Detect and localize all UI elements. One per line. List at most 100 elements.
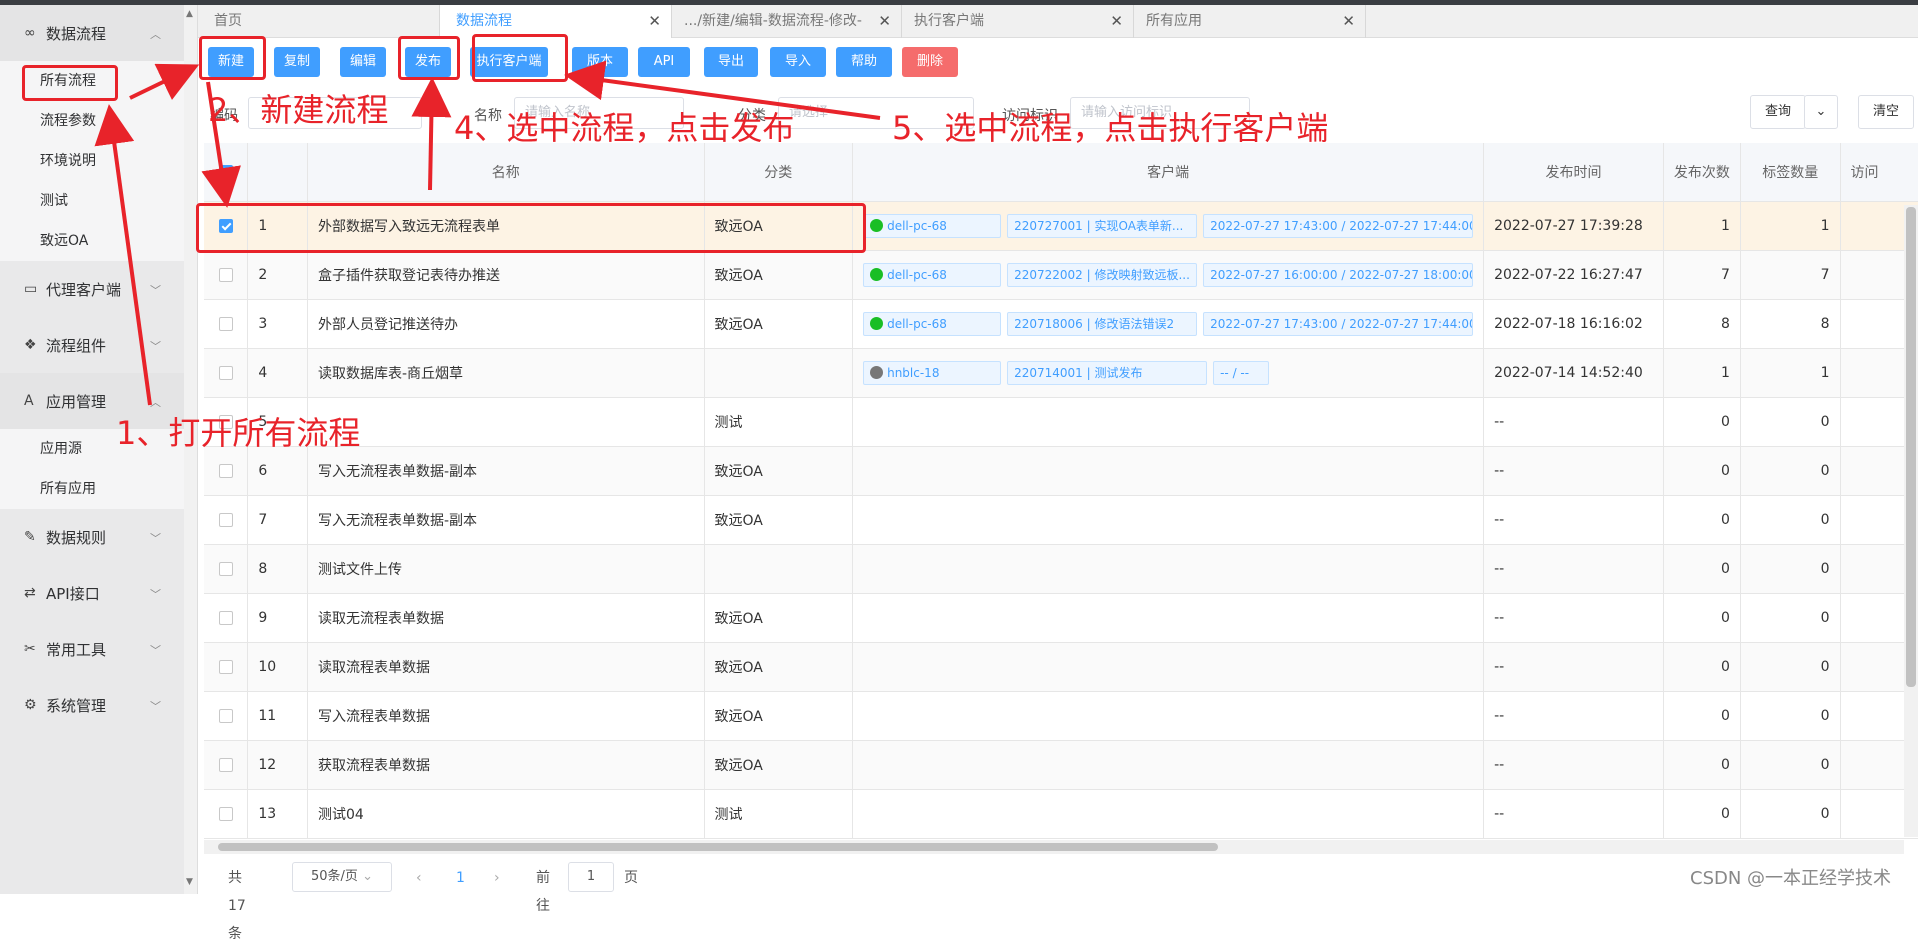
close-icon[interactable]: ✕ (1110, 5, 1123, 38)
edit-button[interactable]: 编辑 (340, 47, 386, 77)
row-select-cell[interactable] (204, 495, 249, 545)
sidebar-item-all-apps[interactable]: 所有应用 (0, 469, 184, 509)
row-checkbox[interactable] (218, 512, 233, 527)
publish-time-header[interactable]: 发布时间 (1483, 143, 1664, 202)
row-checkbox[interactable] (218, 463, 233, 478)
sidebar-item-seeyon-oa[interactable]: 致远OA (0, 221, 184, 261)
access-header[interactable]: 访问 (1840, 143, 1918, 202)
client-header[interactable]: 客户端 (852, 143, 1485, 202)
version-tag[interactable]: 220714001 | 测试发布 (1007, 360, 1208, 385)
api-button[interactable]: API (638, 47, 690, 77)
row-checkbox[interactable] (218, 708, 233, 723)
close-icon[interactable]: ✕ (878, 5, 891, 38)
query-button[interactable]: 查询 (1750, 95, 1806, 129)
menu-group-api[interactable]: ⇄ API接口 ﹀ (0, 565, 184, 621)
table-row[interactable]: 10 读取流程表单数据 致远OA -- 0 0 (204, 642, 1918, 692)
row-select-cell[interactable] (204, 299, 249, 349)
table-vertical-scrollbar[interactable] (1904, 205, 1918, 837)
version-button[interactable]: 版本 (572, 47, 628, 77)
version-tag[interactable]: 220727001 | 实现OA表单新... (1007, 213, 1198, 238)
help-button[interactable]: 帮助 (836, 47, 892, 77)
window-tag[interactable]: -- / -- (1213, 360, 1270, 385)
clear-button[interactable]: 清空 (1858, 95, 1914, 129)
query-dropdown-button[interactable]: ⌄ (1804, 95, 1838, 129)
import-button[interactable]: 导入 (770, 47, 826, 77)
row-checkbox[interactable] (218, 806, 233, 821)
row-select-cell[interactable] (204, 593, 249, 643)
tab-home[interactable]: 首页 (198, 5, 440, 38)
close-icon[interactable]: ✕ (1342, 5, 1355, 38)
scroll-thumb[interactable] (218, 843, 1218, 851)
table-row[interactable]: 11 写入流程表单数据 致远OA -- 0 0 (204, 691, 1918, 741)
table-row[interactable]: 3 外部人员登记推送待办 致远OA dell-pc-68 220718006 |… (204, 299, 1918, 349)
menu-group-system[interactable]: ⚙ 系统管理 ﹀ (0, 677, 184, 733)
menu-group-tools[interactable]: ✂ 常用工具 ﹀ (0, 621, 184, 677)
prev-page-icon[interactable]: ‹ (416, 864, 422, 892)
row-checkbox[interactable] (218, 659, 233, 674)
row-select-cell[interactable] (204, 642, 249, 692)
select-all-checkbox[interactable] (218, 164, 233, 179)
table-row[interactable]: 7 写入无流程表单数据-副本 致远OA -- 0 0 (204, 495, 1918, 545)
tab-all-apps[interactable]: 所有应用 ✕ (1134, 5, 1366, 38)
row-select-cell[interactable] (204, 789, 249, 839)
table-row[interactable]: 12 获取流程表单数据 致远OA -- 0 0 (204, 740, 1918, 790)
row-select-cell[interactable] (204, 544, 249, 594)
window-tag[interactable]: 2022-07-27 17:43:00 / 2022-07-27 17:44:0… (1203, 311, 1474, 336)
scroll-down-icon[interactable]: ▼ (186, 877, 193, 887)
client-tag[interactable]: dell-pc-68 (863, 262, 1002, 287)
row-checkbox[interactable] (218, 757, 233, 772)
version-tag[interactable]: 220718006 | 修改语法错误2 (1007, 311, 1198, 336)
row-checkbox[interactable] (218, 610, 233, 625)
client-tag[interactable]: dell-pc-68 (863, 213, 1002, 238)
tag-count-header[interactable]: 标签数量 (1740, 143, 1841, 202)
tab-edit-flow[interactable]: .../新建/编辑-数据流程-修改- ✕ (672, 5, 902, 38)
delete-button[interactable]: 删除 (902, 47, 958, 77)
export-button[interactable]: 导出 (704, 47, 758, 77)
current-page[interactable]: 1 (456, 864, 465, 892)
table-row[interactable]: 6 写入无流程表单数据-副本 致远OA -- 0 0 (204, 446, 1918, 496)
client-tag[interactable]: dell-pc-68 (863, 311, 1002, 336)
row-name (307, 397, 705, 447)
row-checkbox[interactable] (218, 316, 233, 331)
name-header[interactable]: 名称 (307, 143, 705, 202)
row-select-cell[interactable] (204, 740, 249, 790)
menu-group-flow-components[interactable]: ❖ 流程组件 ﹀ (0, 317, 184, 373)
client-tags: hnblc-18 220714001 | 测试发布 -- / -- (863, 360, 1473, 385)
row-checkbox[interactable] (218, 267, 233, 282)
client-tag[interactable]: hnblc-18 (863, 360, 1002, 385)
table-row[interactable]: 5 测试 -- 0 0 (204, 397, 1918, 447)
close-icon[interactable]: ✕ (648, 5, 661, 38)
table-row[interactable]: 2 盒子插件获取登记表待办推送 致远OA dell-pc-68 22072200… (204, 250, 1918, 300)
row-checkbox[interactable] (218, 365, 233, 380)
menu-group-data-rules[interactable]: ✎ 数据规则 ﹀ (0, 509, 184, 565)
sidebar-item-test[interactable]: 测试 (0, 181, 184, 221)
row-publish-time: -- (1483, 397, 1664, 447)
tab-exec-client[interactable]: 执行客户端 ✕ (902, 5, 1134, 38)
row-name: 读取数据库表-商丘烟草 (307, 348, 705, 398)
menu-group-agent-client[interactable]: ▭ 代理客户端 ﹀ (0, 261, 184, 317)
scroll-up-icon[interactable]: ▲ (186, 9, 193, 19)
copy-button[interactable]: 复制 (274, 47, 320, 77)
next-page-icon[interactable]: › (494, 864, 500, 892)
sidebar-item-env[interactable]: 环境说明 (0, 141, 184, 181)
window-tag[interactable]: 2022-07-27 16:00:00 / 2022-07-27 18:00:0… (1203, 262, 1474, 287)
table-horizontal-scrollbar[interactable] (204, 840, 1904, 854)
row-select-cell[interactable] (204, 250, 249, 300)
table-row[interactable]: 8 测试文件上传 -- 0 0 (204, 544, 1918, 594)
table-row[interactable]: 13 测试04 测试 -- 0 0 (204, 789, 1918, 839)
version-tag[interactable]: 220722002 | 修改映射致远板... (1007, 262, 1198, 287)
menu-group-data-flow[interactable]: ∞ 数据流程 ︿ (0, 5, 184, 61)
scroll-thumb[interactable] (1906, 207, 1916, 687)
row-select-cell[interactable] (204, 348, 249, 398)
sidebar-item-flow-params[interactable]: 流程参数 (0, 101, 184, 141)
table-row[interactable]: 4 读取数据库表-商丘烟草 hnblc-18 220714001 | 测试发布 … (204, 348, 1918, 398)
select-all-header[interactable] (204, 143, 249, 202)
row-select-cell[interactable] (204, 691, 249, 741)
table-row[interactable]: 9 读取无流程表单数据 致远OA -- 0 0 (204, 593, 1918, 643)
category-header[interactable]: 分类 (704, 143, 854, 202)
row-checkbox[interactable] (218, 561, 233, 576)
goto-input[interactable]: 1 (568, 862, 614, 892)
publish-count-header[interactable]: 发布次数 (1663, 143, 1741, 202)
window-tag[interactable]: 2022-07-27 17:43:00 / 2022-07-27 17:44:0… (1203, 213, 1474, 238)
page-size-select[interactable]: 50条/页 ⌄ (292, 862, 392, 892)
